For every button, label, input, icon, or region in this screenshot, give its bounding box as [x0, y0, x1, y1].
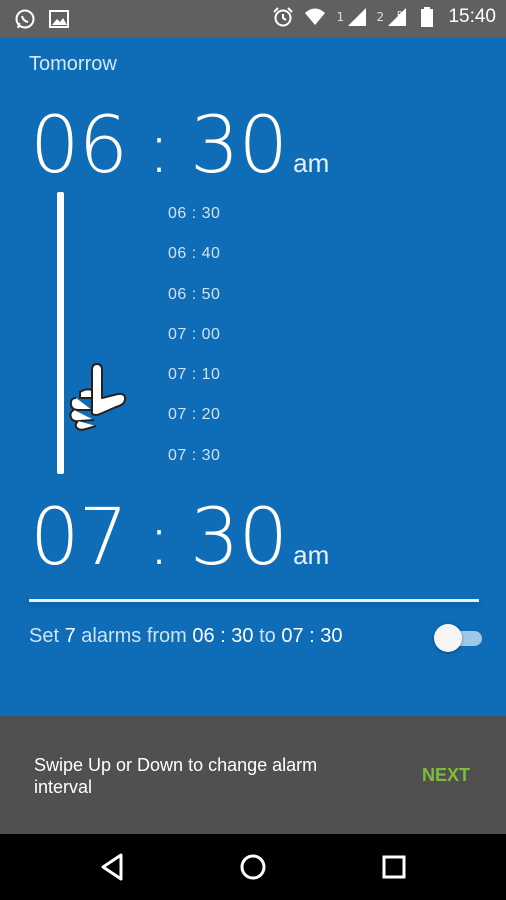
hint-bar: Swipe Up or Down to change alarm interva… [0, 716, 506, 834]
alarm-interval-panel[interactable]: Tomorrow 06 : 30 am 06 : 30 06 : 40 06 :… [0, 37, 506, 716]
swipe-hand-icon [66, 362, 128, 432]
sim2-label: 2 [376, 10, 385, 24]
hint-text: Swipe Up or Down to change alarm interva… [34, 755, 318, 797]
start-hours: 06 [30, 101, 128, 191]
end-time[interactable]: 07 : 30 am [30, 499, 329, 577]
alarms-toggle[interactable] [434, 623, 484, 653]
summary-from: 06 : 30 [192, 625, 254, 647]
recents-icon[interactable] [378, 851, 410, 883]
end-hours: 07 [30, 493, 128, 583]
summary-count: 7 [64, 625, 76, 647]
interval-item[interactable]: 07 : 30 [168, 447, 220, 487]
home-icon[interactable] [237, 851, 269, 883]
whatsapp-icon [14, 8, 36, 30]
summary-prefix: Set [29, 625, 65, 647]
interval-list[interactable]: 06 : 30 06 : 40 06 : 50 07 : 00 07 : 10 … [168, 205, 220, 487]
summary-mid1: alarms from [75, 625, 193, 647]
alarm-summary: Set 7 alarms from 06 : 30 to 07 : 30 [29, 625, 343, 648]
sim1-label: 1 [336, 10, 345, 24]
interval-item[interactable]: 07 : 20 [168, 406, 220, 446]
battery-icon [416, 6, 438, 28]
signal-sim1-icon: 1 [336, 6, 367, 28]
interval-item[interactable]: 07 : 00 [168, 326, 220, 366]
image-icon [48, 8, 70, 30]
divider [29, 599, 479, 602]
svg-text:R: R [397, 10, 403, 19]
end-minutes: 30 [189, 493, 288, 583]
next-button[interactable]: NEXT [422, 765, 470, 786]
alarm-icon [272, 6, 294, 28]
start-minutes: 30 [189, 101, 288, 191]
wifi-icon [304, 6, 326, 28]
start-time[interactable]: 06 : 30 am [30, 107, 329, 185]
interval-item[interactable]: 06 : 50 [168, 286, 220, 326]
toggle-thumb [434, 624, 462, 652]
end-separator: : [147, 499, 171, 581]
navigation-bar [0, 834, 506, 900]
interval-item[interactable]: 06 : 40 [168, 245, 220, 285]
day-label: Tomorrow [29, 53, 117, 75]
end-ampm: am [293, 540, 330, 570]
signal-sim2-icon: 2 R [376, 6, 407, 28]
back-icon[interactable] [97, 851, 129, 883]
interval-item[interactable]: 07 : 10 [168, 366, 220, 406]
start-separator: : [147, 107, 171, 189]
interval-item[interactable]: 06 : 30 [168, 205, 220, 245]
interval-slider-track[interactable] [57, 192, 64, 474]
start-ampm: am [293, 148, 330, 178]
summary-to: 07 : 30 [281, 625, 343, 647]
status-clock: 15:40 [448, 6, 496, 27]
summary-mid2: to [253, 625, 282, 647]
status-bar: 1 2 R 15:40 [0, 0, 506, 37]
